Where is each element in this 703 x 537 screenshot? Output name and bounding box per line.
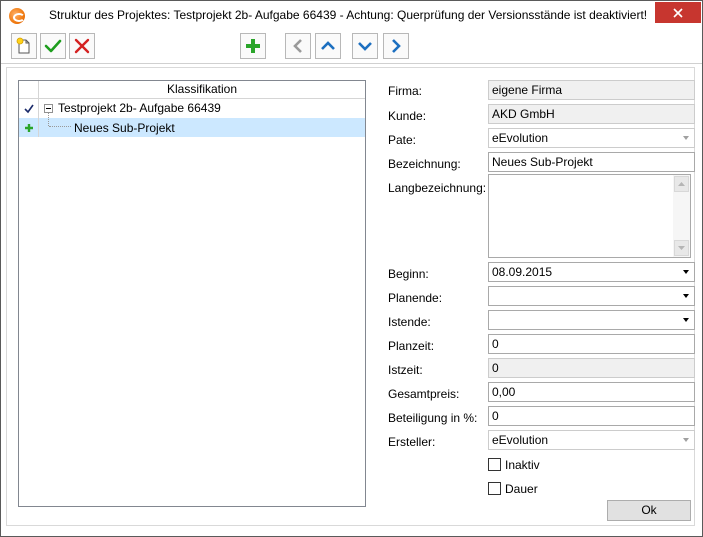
checkmark-icon (23, 104, 34, 113)
new-document-icon (16, 37, 30, 54)
move-left-button[interactable] (285, 33, 311, 59)
pate-value: eEvolution (492, 131, 549, 145)
ok-button[interactable]: Ok (607, 500, 691, 521)
chevron-down-icon (358, 42, 372, 51)
new-button[interactable] (11, 33, 37, 59)
green-plus-icon (24, 123, 33, 132)
chevron-right-icon (392, 39, 401, 53)
tree-header-label: Klassifikation (166, 82, 238, 96)
tree-node-root[interactable]: Testprojekt 2b- Aufgabe 66439 (19, 99, 365, 118)
beteiligung-input[interactable]: 0 (488, 406, 695, 426)
langbezeichnung-label: Langbezeichnung: (388, 181, 487, 195)
chevron-left-icon (293, 39, 302, 53)
istzeit-field: 0 (488, 358, 695, 378)
istende-label: Istende: (388, 315, 431, 329)
chevron-down-icon (683, 136, 689, 140)
firma-field: eigene Firma (488, 80, 695, 100)
kunde-label: Kunde: (388, 109, 427, 123)
scroll-up-button[interactable] (674, 176, 689, 192)
triangle-up-icon (678, 182, 685, 186)
inaktiv-label: Inaktiv (505, 458, 540, 472)
inaktiv-checkbox[interactable] (488, 458, 501, 471)
firma-label: Firma: (388, 84, 422, 98)
bezeichnung-input[interactable]: Neues Sub-Projekt (488, 152, 695, 172)
pate-dropdown[interactable]: eEvolution (488, 128, 695, 148)
title-bar: Struktur des Projektes: Testprojekt 2b- … (1, 1, 702, 30)
tree-node-label: Testprojekt 2b- Aufgabe 66439 (58, 101, 221, 115)
chevron-down-icon (683, 318, 689, 322)
bezeichnung-label: Bezeichnung: (388, 157, 461, 171)
close-button[interactable] (655, 2, 701, 23)
toolbar (1, 30, 702, 64)
planende-label: Planende: (388, 291, 443, 305)
ersteller-label: Ersteller: (388, 435, 436, 449)
chevron-down-icon (683, 438, 689, 442)
pate-label: Pate: (388, 133, 417, 147)
add-button[interactable] (240, 33, 266, 59)
ersteller-value: eEvolution (492, 433, 549, 447)
ersteller-dropdown[interactable]: eEvolution (488, 430, 695, 450)
save-button[interactable] (40, 33, 66, 59)
planzeit-input[interactable]: 0 (488, 334, 695, 354)
dauer-label: Dauer (505, 482, 538, 496)
close-icon (673, 7, 683, 18)
kunde-field: AKD GmbH (488, 104, 695, 124)
beginn-date-picker[interactable]: 08.09.2015 (488, 262, 695, 282)
content-panel: Klassifikation Testprojekt 2b- Aufgabe 6… (6, 67, 695, 526)
move-up-button[interactable] (315, 33, 341, 59)
beginn-value: 08.09.2015 (492, 265, 553, 279)
dauer-checkbox[interactable] (488, 482, 501, 495)
beteiligung-label: Beteiligung in %: (388, 411, 478, 425)
move-right-button[interactable] (383, 33, 409, 59)
classification-tree[interactable]: Klassifikation Testprojekt 2b- Aufgabe 6… (18, 80, 366, 507)
planzeit-label: Planzeit: (388, 339, 435, 353)
tree-node-child[interactable]: Neues Sub-Projekt (19, 113, 365, 137)
dialog-window: Struktur des Projektes: Testprojekt 2b- … (0, 0, 703, 537)
tree-node-label: Neues Sub-Projekt (74, 121, 175, 135)
chevron-down-icon (683, 294, 689, 298)
gesamtpreis-input[interactable]: 0,00 (488, 382, 695, 402)
chevron-down-icon (683, 270, 689, 274)
scroll-down-button[interactable] (674, 240, 689, 256)
green-plus-icon (246, 39, 260, 53)
chevron-up-icon (321, 41, 335, 50)
gesamtpreis-label: Gesamtpreis: (388, 387, 460, 401)
red-x-icon (74, 38, 90, 54)
istzeit-label: Istzeit: (388, 363, 423, 377)
beginn-label: Beginn: (388, 267, 429, 281)
window-title: Struktur des Projektes: Testprojekt 2b- … (49, 8, 648, 22)
evolution-logo-icon (9, 8, 25, 24)
collapse-toggle[interactable] (44, 104, 53, 113)
memo-scrollbar[interactable] (673, 175, 690, 257)
planende-date-picker[interactable] (488, 286, 695, 306)
checkmark-icon (44, 39, 62, 53)
tree-header: Klassifikation (19, 81, 365, 99)
move-down-button[interactable] (352, 33, 378, 59)
cancel-button[interactable] (69, 33, 95, 59)
triangle-down-icon (678, 246, 685, 250)
langbezeichnung-textarea[interactable] (488, 174, 691, 258)
istende-date-picker[interactable] (488, 310, 695, 330)
